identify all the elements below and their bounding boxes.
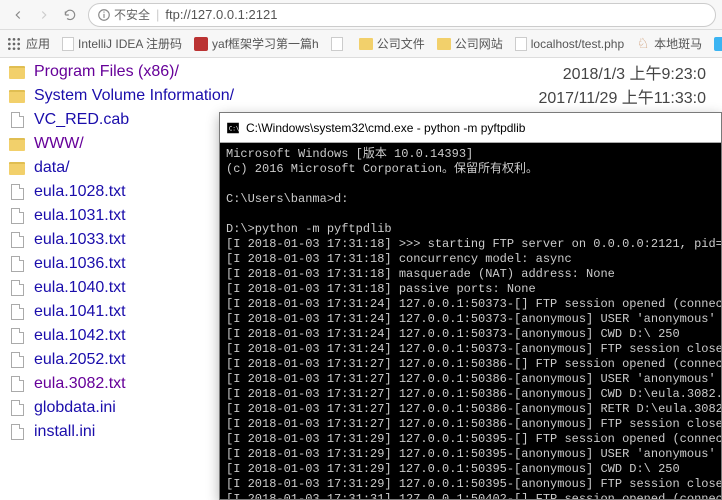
- apps-label: 应用: [26, 35, 50, 52]
- bookmark-banma[interactable]: ♘本地斑马: [636, 35, 702, 52]
- file-icon: [8, 423, 26, 441]
- security-badge: 不安全: [97, 6, 150, 23]
- page-icon: [62, 37, 74, 51]
- folder-icon: [8, 87, 26, 105]
- file-icon: [8, 351, 26, 369]
- table-row: System Volume Information/2017/11/29 上午1…: [8, 84, 714, 108]
- page-icon: [331, 37, 343, 51]
- folder-icon: [8, 63, 26, 81]
- apps-button[interactable]: 应用: [6, 35, 50, 52]
- file-icon: [8, 327, 26, 345]
- folder-icon: [8, 135, 26, 153]
- bookmark-localhost[interactable]: localhost/test.php: [515, 37, 624, 51]
- reload-button[interactable]: [58, 3, 82, 27]
- back-button[interactable]: [6, 3, 30, 27]
- file-icon: [8, 255, 26, 273]
- divider: |: [156, 7, 159, 22]
- file-link[interactable]: System Volume Information/: [34, 87, 374, 105]
- amaze-icon: [714, 37, 722, 51]
- cmd-title-text: C:\Windows\system32\cmd.exe - python -m …: [246, 121, 525, 135]
- folder-icon: [359, 38, 373, 50]
- file-icon: [8, 303, 26, 321]
- address-bar[interactable]: 不安全 | ftp://127.0.0.1:2121: [88, 3, 716, 27]
- file-icon: [8, 375, 26, 393]
- cmd-icon: C:\: [226, 121, 240, 135]
- bookmark-folder-website[interactable]: 公司网站: [437, 35, 503, 52]
- page-content: Program Files (x86)/2018/1/3 上午9:23:0Sys…: [0, 58, 722, 500]
- file-icon: [8, 231, 26, 249]
- file-date: 2017/11/29 上午11:33:0: [494, 84, 714, 108]
- bookmark-folder-files[interactable]: 公司文件: [359, 35, 425, 52]
- file-icon: [8, 399, 26, 417]
- forward-button[interactable]: [32, 3, 56, 27]
- bookmark-amaze[interactable]: Amaze U: [714, 37, 722, 51]
- cmd-body[interactable]: Microsoft Windows [版本 10.0.14393] (c) 20…: [220, 143, 721, 499]
- horse-icon: ♘: [636, 37, 650, 51]
- folder-icon: [437, 38, 451, 50]
- svg-text:C:\: C:\: [229, 126, 240, 132]
- folder-icon: [8, 159, 26, 177]
- favicon-icon: [194, 37, 208, 51]
- file-link[interactable]: Program Files (x86)/: [34, 63, 374, 81]
- file-icon: [8, 207, 26, 225]
- cmd-window[interactable]: C:\ C:\Windows\system32\cmd.exe - python…: [219, 112, 722, 500]
- file-icon: [8, 183, 26, 201]
- page-icon: [515, 37, 527, 51]
- bookmark-blank[interactable]: [331, 37, 347, 51]
- info-icon: [97, 8, 111, 22]
- bookmark-intellij[interactable]: IntelliJ IDEA 注册码: [62, 35, 182, 52]
- bookmark-yaf[interactable]: yaf框架学习第一篇h: [194, 35, 319, 52]
- cmd-titlebar[interactable]: C:\ C:\Windows\system32\cmd.exe - python…: [220, 113, 721, 143]
- bookmarks-bar: 应用 IntelliJ IDEA 注册码 yaf框架学习第一篇h 公司文件 公司…: [0, 30, 722, 58]
- url-text: ftp://127.0.0.1:2121: [165, 7, 277, 22]
- file-icon: [8, 279, 26, 297]
- insecure-text: 不安全: [114, 6, 150, 23]
- table-row: Program Files (x86)/ 2018/1/3 上午9:23:0: [8, 60, 714, 84]
- file-icon: [8, 111, 26, 129]
- browser-toolbar: 不安全 | ftp://127.0.0.1:2121: [0, 0, 722, 30]
- file-date: 2018/1/3 上午9:23:0: [494, 60, 714, 84]
- apps-icon: [6, 36, 22, 52]
